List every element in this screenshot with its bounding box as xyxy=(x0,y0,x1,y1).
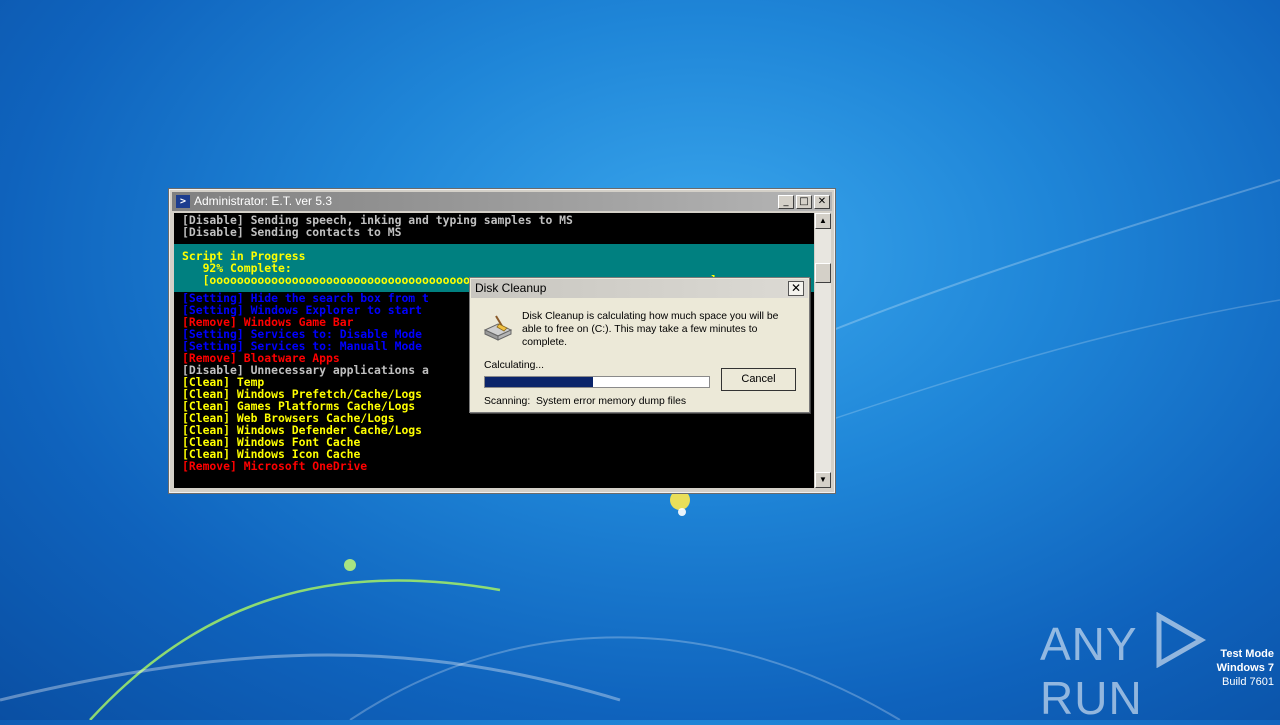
play-logo-icon xyxy=(1156,612,1206,668)
progress-fill xyxy=(485,377,593,387)
console-title: Administrator: E.T. ver 5.3 xyxy=(194,194,333,208)
console-line: [Remove] Microsoft OneDrive xyxy=(182,459,368,473)
cancel-button[interactable]: Cancel xyxy=(721,368,796,391)
scroll-thumb[interactable] xyxy=(815,263,831,283)
test-mode-label: Test Mode xyxy=(1220,648,1274,660)
build-label: Build 7601 xyxy=(1222,676,1274,688)
watermark-text-left: ANY xyxy=(1040,618,1137,670)
console-titlebar[interactable]: > Administrator: E.T. ver 5.3 _ □ ✕ xyxy=(172,192,832,211)
close-button[interactable]: ✕ xyxy=(814,195,830,209)
scanning-label: Scanning: xyxy=(484,396,531,407)
powershell-icon: > xyxy=(176,195,190,208)
minimize-button[interactable]: _ xyxy=(778,195,794,209)
dialog-message: Disk Cleanup is calculating how much spa… xyxy=(522,311,779,348)
scanning-item: System error memory dump files xyxy=(536,396,687,407)
calculating-label: Calculating... xyxy=(484,360,545,371)
console-line: [Disable] Sending contacts to MS xyxy=(182,225,402,239)
scanning-status: Scanning: System error memory dump files xyxy=(484,396,686,407)
os-info: Test Mode Windows 7 Build 7601 xyxy=(1217,647,1274,689)
disk-cleanup-dialog[interactable]: Disk Cleanup ✕ Disk Cleanup is calculati… xyxy=(469,277,810,413)
watermark-text-right: RUN xyxy=(1040,672,1143,724)
scroll-up-arrow[interactable]: ▲ xyxy=(815,213,831,229)
console-scrollbar[interactable]: ▲ ▼ xyxy=(815,213,831,488)
maximize-button[interactable]: □ xyxy=(796,195,812,209)
dialog-title: Disk Cleanup xyxy=(475,281,547,295)
dialog-close-button[interactable]: ✕ xyxy=(788,281,804,296)
disk-cleanup-icon xyxy=(483,315,513,341)
calculation-progress-bar xyxy=(484,376,710,388)
scroll-down-arrow[interactable]: ▼ xyxy=(815,472,831,488)
os-name-label: Windows 7 xyxy=(1216,662,1274,674)
dialog-titlebar[interactable]: Disk Cleanup ✕ xyxy=(471,279,808,298)
